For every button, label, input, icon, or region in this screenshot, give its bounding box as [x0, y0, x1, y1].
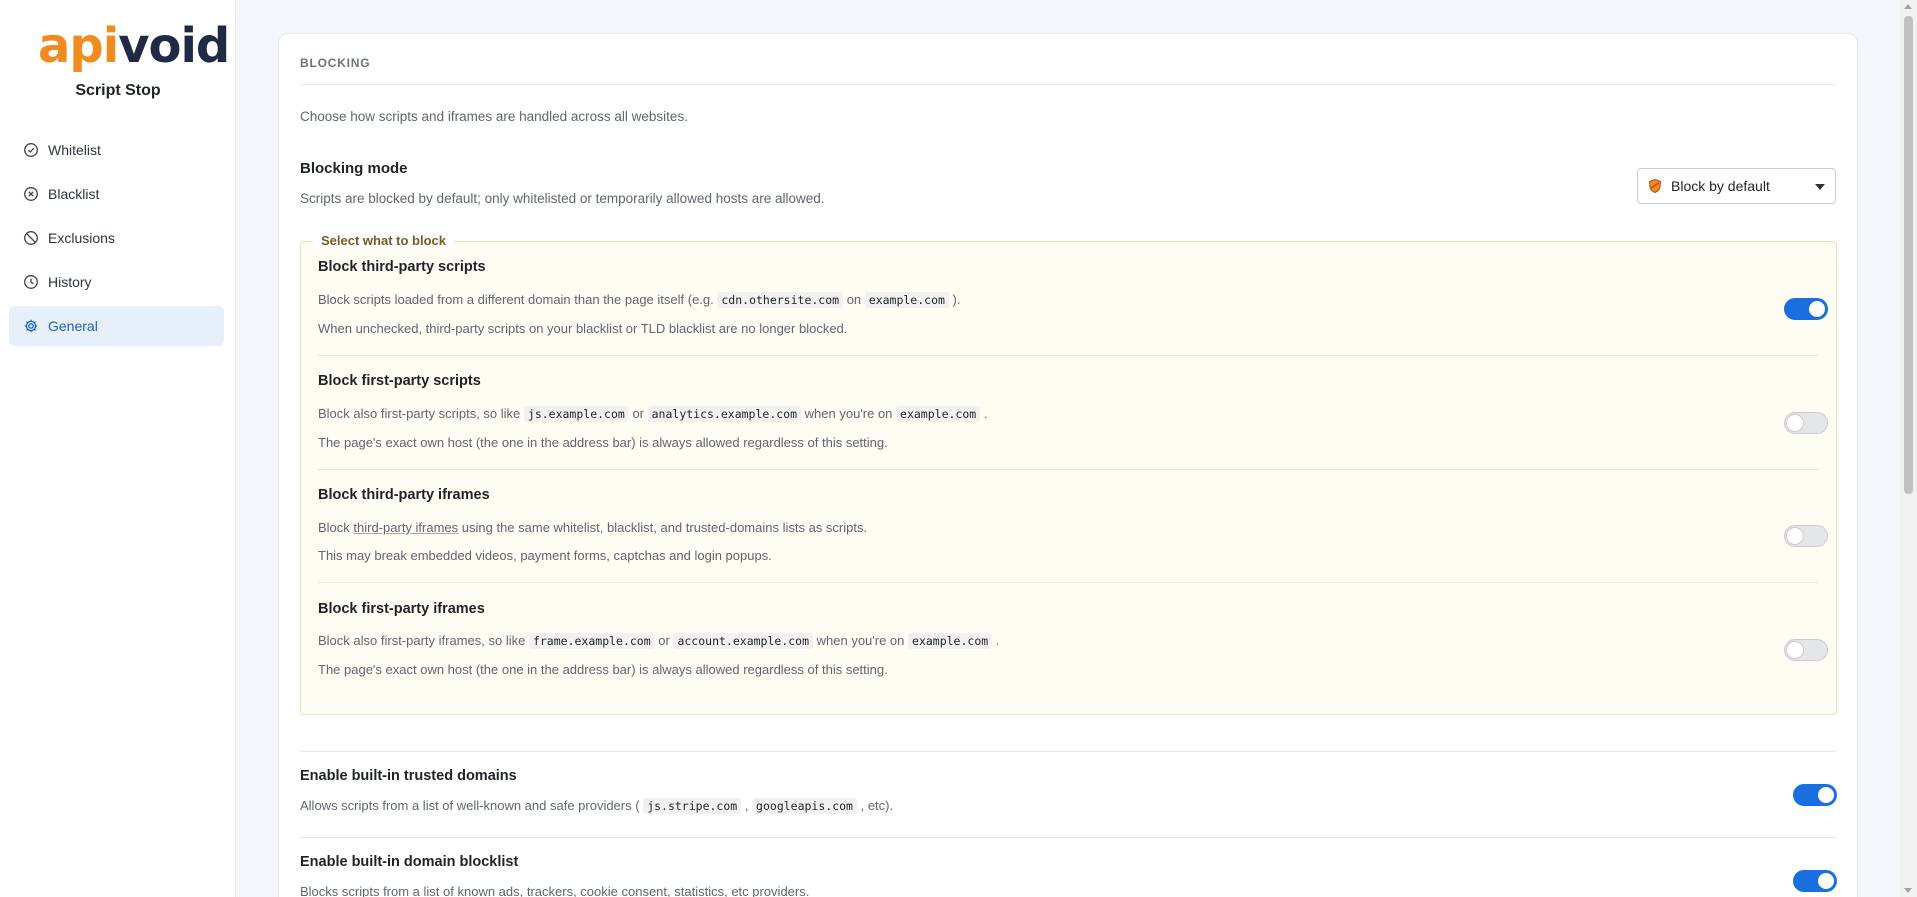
- blocking-mode-title: Blocking mode: [300, 160, 408, 177]
- divider: [318, 469, 1819, 470]
- sidebar-item-history[interactable]: History: [9, 262, 224, 302]
- text: .: [992, 633, 1000, 648]
- toggle-knob: [1818, 873, 1834, 889]
- blocking-mode-description: Scripts are blocked by default; only whi…: [300, 191, 825, 206]
- group-legend: Select what to block: [313, 233, 454, 248]
- chevron-down-icon: [1815, 184, 1825, 190]
- toggle-third-party-iframes[interactable]: [1784, 525, 1828, 547]
- sidebar: apivoid Script Stop Whitelist Blacklist …: [0, 0, 236, 897]
- text: Block: [318, 520, 354, 535]
- option-description: Block also first-party scripts, so like …: [318, 406, 988, 422]
- toggle-knob: [1818, 787, 1834, 803]
- divider: [318, 582, 1819, 583]
- scroll-up-arrow-icon[interactable]: [1904, 4, 1912, 9]
- text: when you're on: [801, 406, 897, 421]
- toggle-knob: [1787, 528, 1803, 544]
- domain-blocklist-description: Blocks scripts from a list of known ads,…: [300, 884, 810, 897]
- trusted-domains-title: Enable built-in trusted domains: [300, 768, 517, 784]
- code-snippet: js.stripe.com: [643, 798, 742, 814]
- app-name: Script Stop: [75, 82, 161, 99]
- text: or: [628, 406, 648, 421]
- sidebar-item-label: General: [48, 318, 98, 334]
- text: using the same whitelist, blacklist, and…: [458, 520, 868, 535]
- option-title: Block third-party iframes: [318, 487, 490, 503]
- toggle-knob: [1787, 642, 1803, 658]
- code-snippet: cdn.othersite.com: [717, 292, 844, 308]
- sidebar-item-general[interactable]: General: [9, 306, 224, 346]
- sidebar-item-label: Exclusions: [48, 230, 115, 246]
- sidebar-item-whitelist[interactable]: Whitelist: [9, 130, 224, 170]
- option-note: The page's exact own host (the one in th…: [318, 662, 888, 677]
- text: on: [843, 292, 865, 307]
- section-description: Choose how scripts and iframes are handl…: [300, 109, 688, 124]
- option-description: Block third-party iframes using the same…: [318, 520, 867, 535]
- text: .: [980, 406, 988, 421]
- check-circle-icon: [23, 142, 39, 158]
- sidebar-item-exclusions[interactable]: Exclusions: [9, 218, 224, 258]
- toggle-third-party-scripts[interactable]: [1784, 298, 1828, 320]
- sidebar-item-blacklist[interactable]: Blacklist: [9, 174, 224, 214]
- scroll-down-arrow-icon[interactable]: [1904, 888, 1912, 893]
- text: ).: [948, 292, 961, 307]
- text: Block also first-party iframes, so like: [318, 633, 529, 648]
- logo-api-text: api: [38, 18, 119, 74]
- shield-icon: [1647, 178, 1663, 194]
- ban-icon: [23, 230, 39, 246]
- code-snippet: example.com: [896, 406, 981, 422]
- option-note: The page's exact own host (the one in th…: [318, 435, 888, 450]
- option-description: Block also first-party iframes, so like …: [318, 633, 1000, 649]
- sidebar-item-label: Whitelist: [48, 142, 101, 158]
- code-snippet: example.com: [908, 633, 993, 649]
- toggle-knob: [1787, 415, 1803, 431]
- apivoid-logo[interactable]: apivoid: [38, 16, 230, 76]
- sidebar-nav: Whitelist Blacklist Exclusions History G…: [9, 130, 224, 350]
- text: Block also first-party scripts, so like: [318, 406, 524, 421]
- sidebar-item-label: Blacklist: [48, 186, 100, 202]
- option-note: This may break embedded videos, payment …: [318, 548, 772, 563]
- code-snippet: googleapis.com: [752, 798, 857, 814]
- x-circle-icon: [23, 186, 39, 202]
- divider: [300, 751, 1836, 752]
- section-title: BLOCKING: [300, 56, 371, 70]
- option-note: When unchecked, third-party scripts on y…: [318, 321, 848, 336]
- blocking-mode-select[interactable]: Block by default: [1637, 168, 1836, 204]
- option-description: Block scripts loaded from a different do…: [318, 292, 961, 308]
- divider: [300, 84, 1836, 85]
- text: when you're on: [813, 633, 909, 648]
- underlined-term: third-party iframes: [353, 520, 459, 535]
- text: , etc).: [856, 798, 894, 813]
- gear-icon: [23, 318, 39, 334]
- blocking-mode-selected: Block by default: [1671, 178, 1770, 194]
- trusted-domains-description: Allows scripts from a list of well-known…: [300, 798, 894, 814]
- domain-blocklist-title: Enable built-in domain blocklist: [300, 854, 519, 870]
- toggle-knob: [1809, 301, 1825, 317]
- divider: [300, 837, 1836, 838]
- divider: [318, 355, 1819, 356]
- page-scrollbar[interactable]: [1900, 0, 1917, 897]
- sidebar-item-label: History: [48, 274, 92, 290]
- toggle-trusted-domains[interactable]: [1793, 784, 1837, 806]
- option-title: Block third-party scripts: [318, 259, 486, 275]
- option-title: Block first-party scripts: [318, 373, 481, 389]
- code-snippet: account.example.com: [673, 633, 814, 649]
- code-snippet: js.example.com: [523, 406, 629, 422]
- scrollbar-thumb[interactable]: [1904, 16, 1913, 494]
- code-snippet: frame.example.com: [528, 633, 655, 649]
- clock-icon: [23, 274, 39, 290]
- blocking-settings-card: BLOCKING Choose how scripts and iframes …: [278, 33, 1858, 897]
- text: Allows scripts from a list of well-known…: [300, 798, 644, 813]
- select-what-to-block-group: Select what to block Block third-party s…: [300, 233, 1837, 715]
- code-snippet: analytics.example.com: [647, 406, 802, 422]
- toggle-first-party-iframes[interactable]: [1784, 639, 1828, 661]
- toggle-domain-blocklist[interactable]: [1793, 870, 1837, 892]
- text: ,: [741, 798, 753, 813]
- option-title: Block first-party iframes: [318, 601, 485, 617]
- text: or: [654, 633, 674, 648]
- code-snippet: example.com: [864, 292, 949, 308]
- logo-void-text: void: [118, 18, 230, 74]
- text: Block scripts loaded from a different do…: [318, 292, 718, 307]
- toggle-first-party-scripts[interactable]: [1784, 412, 1828, 434]
